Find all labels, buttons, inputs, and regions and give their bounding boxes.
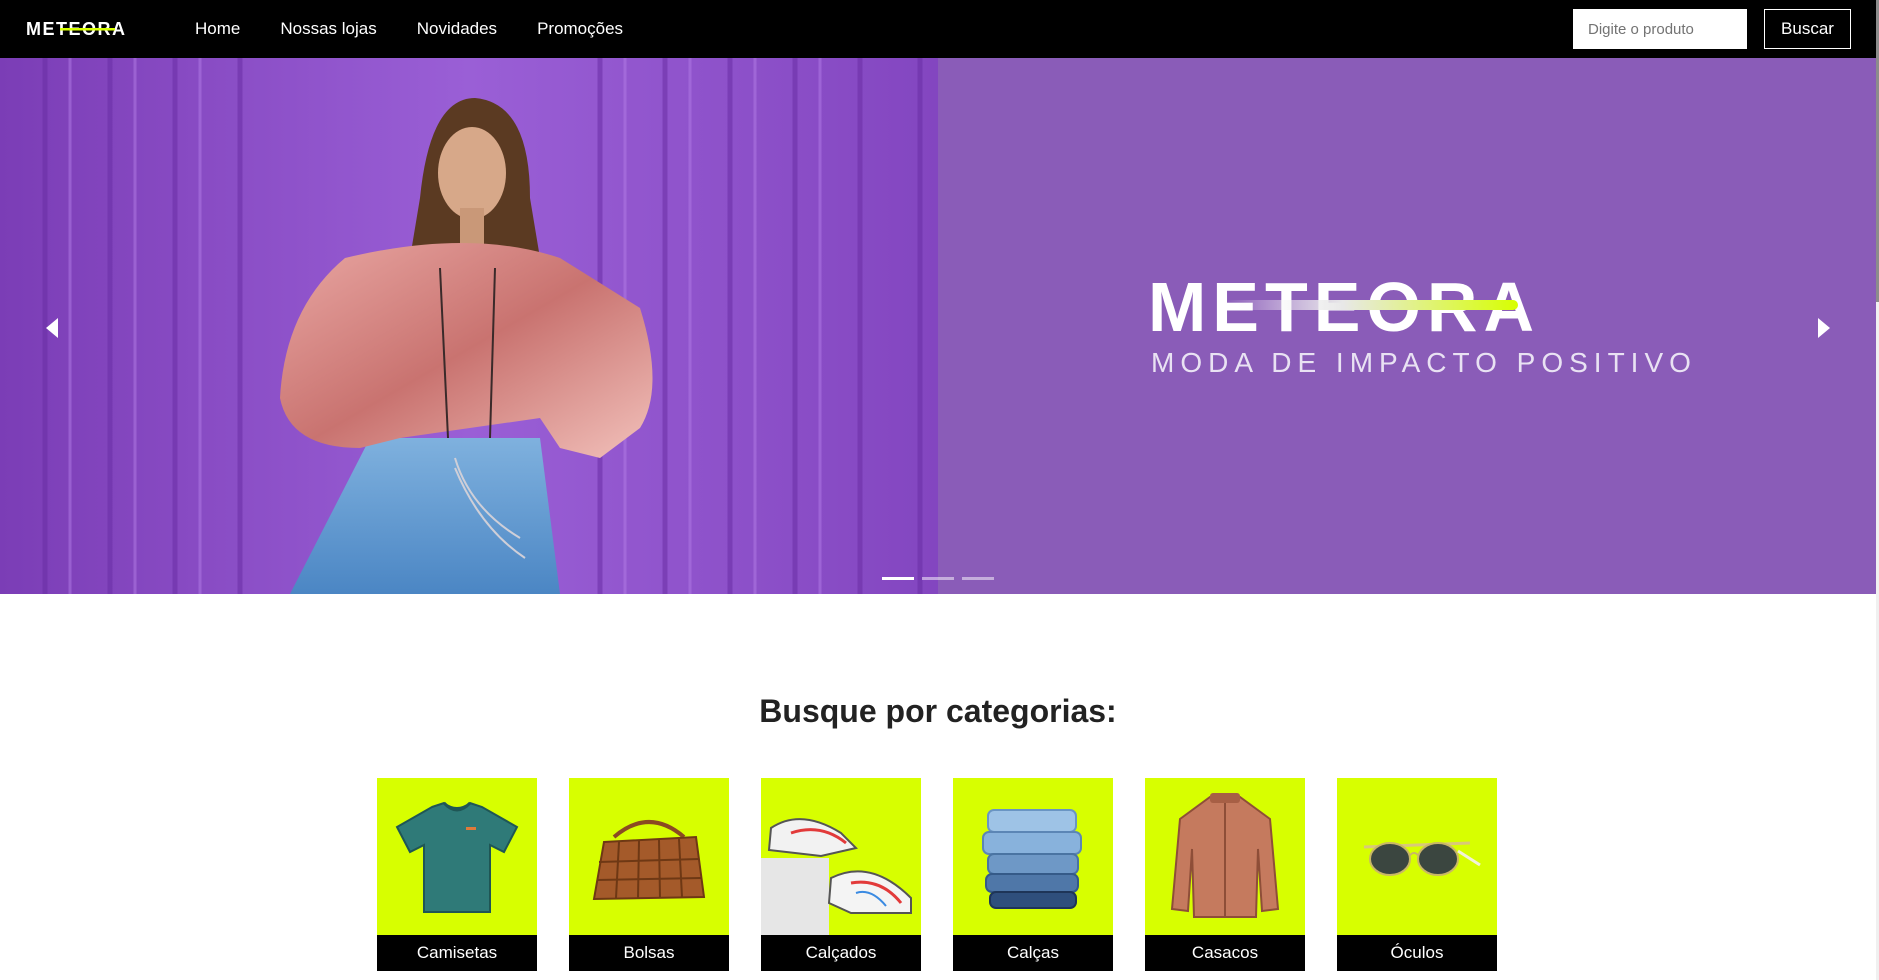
nav-links: Home Nossas lojas Novidades Promoções: [195, 0, 623, 58]
category-card-camisetas[interactable]: Camisetas: [377, 778, 537, 971]
chevron-right-icon: [1818, 318, 1830, 338]
search-input[interactable]: [1573, 9, 1747, 49]
category-card-calcados[interactable]: Calçados: [761, 778, 921, 971]
category-card-casacos[interactable]: Casacos: [1145, 778, 1305, 971]
category-label: Camisetas: [377, 935, 537, 971]
nav-link-nossas-lojas[interactable]: Nossas lojas: [280, 19, 376, 39]
hero-carousel: METEORA MODA DE IMPACTO POSITIVO: [0, 58, 1876, 594]
jeans-image: [953, 778, 1113, 935]
brand-logo[interactable]: METEORA: [26, 19, 152, 39]
hero-brand-panel: METEORA MODA DE IMPACTO POSITIVO: [938, 58, 1876, 594]
bag-image: [569, 778, 729, 935]
search-button[interactable]: Buscar: [1764, 9, 1851, 49]
carousel-next-button[interactable]: [1804, 308, 1844, 348]
category-label: Bolsas: [569, 935, 729, 971]
category-label: Óculos: [1337, 935, 1497, 971]
carousel-prev-button[interactable]: [32, 308, 72, 348]
carousel-indicators: [882, 577, 994, 580]
jacket-image: [1145, 778, 1305, 935]
categories-grid: Camisetas Bolsas Calçados Calças Casacos…: [377, 778, 1497, 971]
navbar: METEORA Home Nossas lojas Novidades Prom…: [0, 0, 1876, 58]
category-label: Calçados: [761, 935, 921, 971]
carousel-indicator-1[interactable]: [882, 577, 914, 580]
hero-brand-logo: METEORA: [1148, 273, 1534, 343]
carousel-indicator-2[interactable]: [922, 577, 954, 580]
category-label: Casacos: [1145, 935, 1305, 971]
sneakers-image: [761, 778, 921, 935]
sunglasses-image: [1337, 778, 1497, 935]
tshirt-image: [377, 778, 537, 935]
hero-tagline: MODA DE IMPACTO POSITIVO: [1151, 347, 1697, 378]
nav-link-promocoes[interactable]: Promoções: [537, 19, 623, 39]
carousel-indicator-3[interactable]: [962, 577, 994, 580]
category-label: Calças: [953, 935, 1113, 971]
nav-link-novidades[interactable]: Novidades: [417, 19, 497, 39]
category-card-calcas[interactable]: Calças: [953, 778, 1113, 971]
nav-link-home[interactable]: Home: [195, 19, 240, 39]
hero-model-photo: [0, 58, 938, 594]
category-card-bolsas[interactable]: Bolsas: [569, 778, 729, 971]
brand-logo-mark: METEORA: [26, 19, 125, 39]
chevron-left-icon: [46, 318, 58, 338]
category-card-oculos[interactable]: Óculos: [1337, 778, 1497, 971]
categories-title: Busque por categorias:: [759, 693, 1117, 729]
